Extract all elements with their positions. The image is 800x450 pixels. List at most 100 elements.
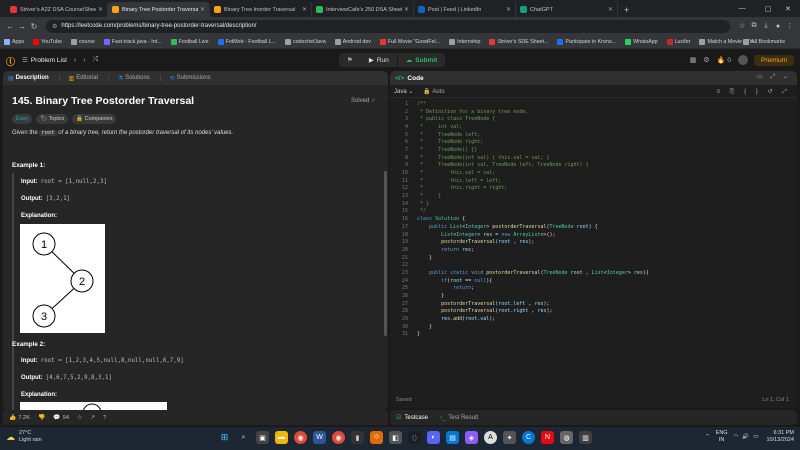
browser-tab[interactable]: Post | Feed | LinkedIn ✕ [414, 2, 516, 17]
netflix-icon[interactable]: N [541, 431, 554, 444]
clock[interactable]: 6:31 PM 10/13/2024 [766, 430, 794, 444]
layout-icon[interactable]: ▦ [690, 56, 697, 64]
comments-button[interactable]: 💬 94 [53, 415, 69, 421]
extensions-icon[interactable]: ⧉ [748, 22, 760, 30]
browser-tab[interactable]: Striver's A2Z DSA Course/Sheet ✕ [6, 2, 108, 17]
app-icon-2[interactable]: ⟐ [370, 431, 383, 444]
premium-button[interactable]: Premium [753, 54, 794, 66]
tab-submissions[interactable]: ⟲ Submissions [170, 75, 211, 82]
tray-chevron-icon[interactable]: ⌃ [705, 434, 710, 440]
tab-close-icon[interactable]: ✕ [608, 6, 613, 13]
editor-toolbar-icons[interactable]: ≡ ⎘ { } ↺ ⤢ [717, 88, 791, 96]
topics-chip[interactable]: 🏷 Topics [36, 114, 69, 124]
tab-close-icon[interactable]: ✕ [302, 6, 307, 13]
app-icon-6[interactable]: A [484, 431, 497, 444]
shuffle-icon[interactable]: ⤮ [93, 56, 99, 64]
windows-start-icon[interactable]: ⊞ [218, 431, 231, 444]
weather-widget[interactable]: ☁ 27°C Light rain [6, 430, 42, 444]
problem-list-button[interactable]: ☰ Problem List [22, 56, 67, 65]
site-info-icon[interactable]: ⚙ [52, 23, 57, 30]
streak-icon[interactable]: 🔥 [717, 56, 726, 64]
bookmark-item[interactable]: codechefJava [284, 38, 326, 45]
tab-code[interactable]: </> Code [395, 75, 424, 82]
bookmark-item[interactable]: Internship [449, 38, 480, 45]
browser-tab[interactable]: Binary Tree Postorder Traversal ✕ [108, 2, 210, 17]
new-tab-icon[interactable]: + [618, 2, 635, 17]
battery-icon[interactable]: ▭ [753, 434, 758, 440]
bookmark-item[interactable]: YouTube [33, 38, 62, 45]
browser-tab[interactable]: InterviewCafe's 250 DSA Sheet ✕ [312, 2, 414, 17]
bookmark-item[interactable]: FotMob - Football L... [217, 38, 276, 45]
prev-problem-icon[interactable]: ‹ [74, 57, 76, 64]
file-explorer-icon[interactable]: ▬ [275, 431, 288, 444]
reload-icon[interactable]: ↻ [28, 22, 40, 31]
tab-editorial[interactable]: ▥ Editorial [69, 75, 98, 82]
volume-icon[interactable]: 🔊 [742, 434, 749, 440]
app-icon-4[interactable]: ◐ [427, 431, 440, 444]
avatar[interactable] [737, 55, 748, 65]
bookmark-item[interactable]: Full Movie "GoodFel... [379, 38, 440, 45]
bookmark-item[interactable]: Fast-track java - Int... [103, 38, 162, 45]
debug-icon[interactable]: ⚑ [339, 53, 361, 67]
search-icon[interactable]: ⌕ [237, 431, 250, 444]
difficulty-badge[interactable]: Easy [12, 114, 33, 124]
auto-complete-toggle[interactable]: 🔒 Auto [423, 88, 444, 95]
forward-icon[interactable]: → [16, 22, 28, 31]
chrome-icon[interactable]: ◉ [294, 431, 307, 444]
app-icon-10[interactable]: ▥ [579, 431, 592, 444]
menu-icon[interactable]: ⋮ [784, 22, 796, 30]
bookmark-item[interactable]: Lucifer [666, 38, 690, 45]
tab-close-icon[interactable]: ✕ [506, 6, 511, 13]
bookmark-item[interactable]: Football Live [170, 38, 209, 45]
app-icon-3[interactable]: ◧ [389, 431, 402, 444]
tab-testcase[interactable]: ☑ Testcase [396, 414, 428, 422]
favorite-button[interactable]: ☆ [77, 415, 82, 421]
bookmark-item[interactable]: Apps [4, 38, 24, 45]
like-button[interactable]: 👍 7.2K [9, 415, 30, 421]
bookmark-item[interactable]: Striver's SDE Sheet... [489, 38, 548, 45]
app-icon-7[interactable]: ✦ [503, 431, 516, 444]
close-window-icon[interactable]: ✕ [775, 0, 800, 17]
settings-icon[interactable]: ⚙ [703, 56, 709, 64]
leetcode-logo[interactable]: ⓛ [6, 55, 16, 67]
browser-tab[interactable]: Binary Tree Inorder Traversal ✕ [210, 2, 312, 17]
terminal-app-icon[interactable]: ▮ [351, 431, 364, 444]
bookmark-star-icon[interactable]: ☆ [736, 22, 748, 30]
share-button[interactable]: ↗ [90, 415, 95, 421]
minimize-icon[interactable]: — [729, 0, 755, 17]
vscode-icon[interactable]: ⟨⟩ [408, 431, 421, 444]
tab-close-icon[interactable]: ✕ [200, 6, 205, 13]
language-indicator[interactable]: ENG IN [716, 430, 728, 444]
profile-icon[interactable]: ● [772, 23, 784, 30]
bookmark-item[interactable]: WhatsApp [625, 38, 658, 45]
wifi-icon[interactable]: ◠ [734, 434, 739, 440]
feedback-button[interactable]: ? [103, 415, 106, 421]
bookmark-item[interactable]: course [70, 38, 95, 45]
back-icon[interactable]: ← [4, 22, 16, 31]
app-icon[interactable]: W [313, 431, 326, 444]
dislike-button[interactable]: 👎 [38, 415, 45, 421]
task-view-icon[interactable]: ▣ [256, 431, 269, 444]
submit-button[interactable]: ☁ Submit [396, 53, 446, 67]
tab-solutions[interactable]: ⚗ Solutions [118, 75, 150, 82]
bookmark-item[interactable]: Participate in Krono... [557, 38, 616, 45]
run-button[interactable]: ▶ Run [360, 53, 397, 67]
url-field[interactable]: ⚙ https://leetcode.com/problems/binary-t… [46, 19, 730, 33]
bookmark-item[interactable]: Android dev [334, 38, 371, 45]
browser-tab[interactable]: ChatGPT ✕ [516, 2, 618, 17]
code-editor[interactable]: 1/** 2 * Definition for a binary tree nod… [390, 100, 797, 338]
chrome-profile-icon[interactable]: ◉ [332, 431, 345, 444]
next-problem-icon[interactable]: › [83, 57, 85, 64]
tab-test-result[interactable]: ›_ Test Result [440, 415, 478, 421]
app-icon-5[interactable]: ◈ [465, 431, 478, 444]
store-icon[interactable]: ▤ [446, 431, 459, 444]
app-icon-8[interactable]: C [522, 431, 535, 444]
tab-close-icon[interactable]: ✕ [98, 6, 103, 13]
language-select[interactable]: Java ⌄ [394, 88, 413, 95]
tab-close-icon[interactable]: ✕ [404, 6, 409, 13]
companies-chip[interactable]: 🔒 Companies [72, 114, 117, 124]
description-scrollbar[interactable] [384, 171, 387, 336]
downloads-icon[interactable]: ⤓ [760, 22, 772, 30]
app-icon-9[interactable]: ◍ [560, 431, 573, 444]
panel-window-icons[interactable]: ▭ ⤢ ⌄ [757, 73, 791, 81]
